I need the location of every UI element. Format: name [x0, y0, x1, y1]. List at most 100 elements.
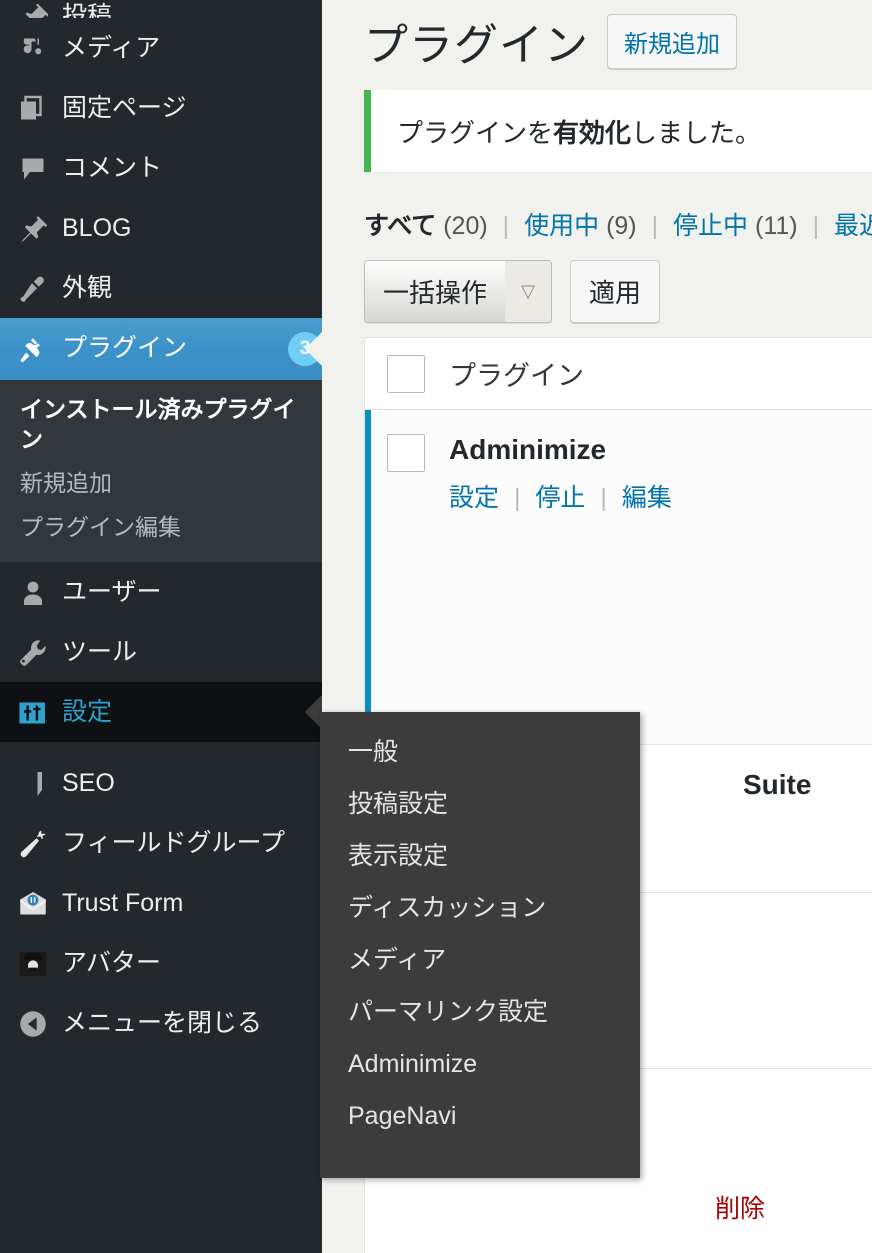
flyout-item-writing[interactable]: 投稿設定 [320, 778, 640, 830]
current-menu-arrow [305, 332, 322, 366]
action-separator: | [513, 484, 521, 512]
users-icon [18, 576, 62, 608]
filter-all-count: (20) [443, 212, 488, 240]
plugin-name: Suite [743, 769, 812, 800]
sidebar-item-blog[interactable]: BLOG [0, 198, 322, 258]
row-checkbox[interactable] [387, 434, 425, 472]
sidebar-item-label: フィールドグループ [62, 828, 286, 857]
sidebar-item-trust-form[interactable]: Trust Form [0, 873, 322, 933]
filter-all-label[interactable]: すべて [364, 212, 436, 240]
sidebar-item-label: ユーザー [62, 577, 162, 606]
pages-icon [18, 92, 62, 124]
flyout-item-pagenavi[interactable]: PageNavi [320, 1090, 640, 1142]
notice-text-bold: 有効化 [553, 117, 632, 148]
plugin-name: Adminimize [449, 434, 607, 465]
table-nav-top: 一括操作 ▽ 適用 [364, 260, 872, 323]
flyout-item-reading[interactable]: 表示設定 [320, 830, 640, 882]
add-new-button[interactable]: 新規追加 [607, 13, 737, 69]
apply-button[interactable]: 適用 [570, 260, 661, 323]
pin-icon [18, 212, 62, 244]
select-all-checkbox[interactable] [387, 354, 425, 393]
menu-separator [0, 741, 322, 753]
filter-inactive-label[interactable]: 停止中 [673, 212, 748, 240]
submenu-item-installed-plugins[interactable]: インストール済みプラグイン [0, 388, 322, 462]
flyout-item-general[interactable]: 一般 [320, 726, 640, 778]
appearance-icon [18, 272, 62, 304]
chevron-down-icon: ▽ [505, 261, 552, 322]
settings-icon [18, 696, 62, 728]
sidebar-item-collapse-menu[interactable]: メニューを閉じる [0, 993, 322, 1053]
sidebar-item-label: BLOG [62, 214, 132, 242]
bulk-action-select[interactable]: 一括操作 ▽ [364, 260, 553, 323]
flyout-item-adminimize[interactable]: Adminimize [320, 1038, 640, 1090]
sidebar-item-avatar[interactable]: アバター [0, 933, 322, 993]
filter-separator: | [651, 212, 659, 240]
table-row[interactable]: Adminimize 設定 | 停止 | 編集 [365, 410, 872, 745]
sidebar-item-label: 固定ページ [62, 94, 187, 122]
tools-icon [18, 636, 62, 668]
flyout-item-discussion[interactable]: ディスカッション [320, 882, 640, 934]
filter-active-count: (9) [606, 212, 637, 240]
sidebar-item-seo[interactable]: SEO [0, 753, 322, 813]
sidebar-item-label: ツール [62, 637, 138, 666]
row-action-edit[interactable]: 編集 [622, 484, 672, 512]
success-notice: プラグインを 有効化 しました。 [364, 90, 872, 172]
sidebar-item-label: アバター [62, 948, 162, 977]
yoast-icon [18, 767, 62, 799]
sidebar-item-label: プラグイン [62, 334, 188, 362]
submenu-item-plugin-editor[interactable]: プラグイン編集 [0, 506, 322, 550]
status-filter-links: すべて (20) | 使用中 (9) | 停止中 (11) | 最近 [364, 206, 872, 242]
flyout-item-permalinks[interactable]: パーマリンク設定 [320, 986, 640, 1038]
page-header: プラグイン 新規追加 [364, 0, 872, 76]
row-action-delete[interactable]: 削除 [715, 1195, 765, 1223]
sidebar-item-settings[interactable]: 設定 [0, 681, 322, 742]
sidebar-item-field-groups[interactable]: フィールドグループ [0, 813, 322, 873]
collapse-icon [18, 1007, 62, 1039]
sidebar-item-label: 投稿 [62, 2, 113, 18]
bulk-action-value: 一括操作 [365, 261, 506, 322]
envelope-icon [18, 887, 62, 919]
submenu-item-add-new[interactable]: 新規追加 [0, 462, 322, 506]
comments-icon [18, 152, 62, 184]
sidebar-item-posts[interactable]: 投稿 [0, 0, 322, 18]
plugins-submenu: インストール済みプラグイン 新規追加 プラグイン編集 [0, 380, 322, 562]
avatar-icon [18, 947, 62, 979]
sidebar-item-pages[interactable]: 固定ページ [0, 78, 322, 138]
pin-icon [18, 0, 62, 18]
row-action-deactivate[interactable]: 停止 [535, 484, 585, 512]
sidebar-item-label: 設定 [62, 697, 113, 726]
sidebar-item-label: 外観 [62, 274, 113, 302]
plugins-icon [18, 332, 62, 364]
action-separator: | [600, 484, 607, 512]
sidebar-item-label: SEO [62, 768, 115, 797]
carrot-icon [18, 827, 62, 859]
table-header-row: プラグイン [365, 338, 872, 410]
sidebar-item-media[interactable]: メディア [0, 18, 322, 78]
admin-sidebar: 投稿 メディア 固定ページ コメント BLOG 外観 プラグイン 3 インストー… [0, 0, 322, 1253]
notice-text-after: しました。 [631, 117, 762, 148]
page-title: プラグイン [364, 21, 589, 70]
media-icon [18, 32, 62, 64]
plugin-cell: Adminimize 設定 | 停止 | 編集 [449, 410, 872, 744]
filter-inactive-count: (11) [755, 212, 798, 240]
sidebar-item-comments[interactable]: コメント [0, 138, 322, 198]
sidebar-item-label: メディア [62, 34, 161, 62]
sidebar-item-plugins[interactable]: プラグイン 3 [0, 318, 322, 380]
flyout-item-media[interactable]: メディア [320, 934, 640, 986]
wordpress-admin-screen: 投稿 メディア 固定ページ コメント BLOG 外観 プラグイン 3 インストー… [0, 0, 872, 1253]
column-header-plugin: プラグイン [449, 361, 584, 391]
row-actions: 設定 | 停止 | 編集 [449, 478, 872, 514]
sidebar-item-tools[interactable]: ツール [0, 622, 322, 682]
sidebar-item-label: Trust Form [62, 888, 184, 917]
sidebar-item-appearance[interactable]: 外観 [0, 258, 322, 318]
notice-text-before: プラグインを [397, 117, 554, 148]
sidebar-item-label: コメント [62, 154, 163, 182]
settings-flyout-menu: 一般 投稿設定 表示設定 ディスカッション メディア パーマリンク設定 Admi… [320, 712, 640, 1178]
filter-recent-label[interactable]: 最近 [834, 212, 872, 240]
row-action-settings[interactable]: 設定 [449, 484, 499, 512]
filter-separator: | [502, 212, 510, 240]
filter-active-label[interactable]: 使用中 [524, 212, 599, 240]
sidebar-item-label: メニューを閉じる [62, 1008, 263, 1037]
sidebar-item-users[interactable]: ユーザー [0, 562, 322, 622]
filter-separator: | [812, 212, 820, 240]
